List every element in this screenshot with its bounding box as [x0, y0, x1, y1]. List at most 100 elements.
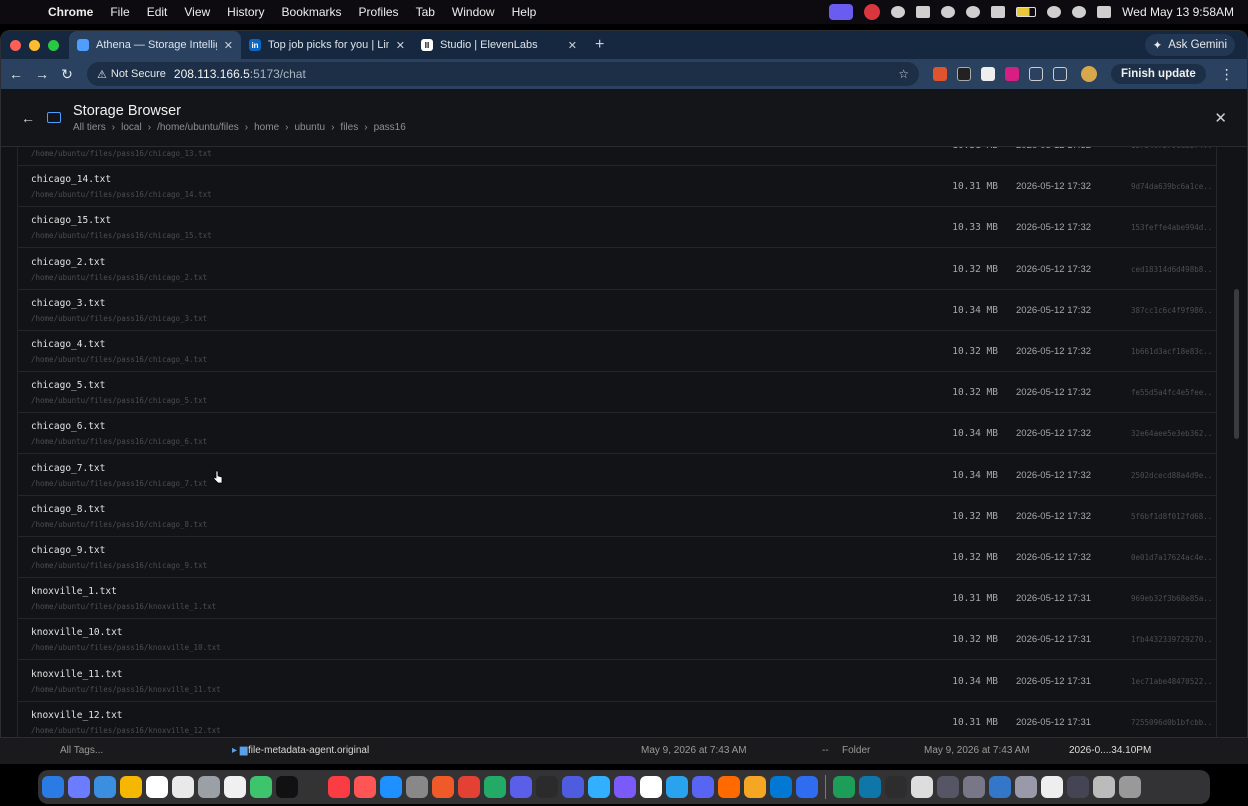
dock-app-icon[interactable] — [833, 776, 855, 798]
finish-update-button[interactable]: Finish update — [1111, 64, 1206, 84]
file-row[interactable]: chicago_7.txt/home/ubuntu/files/pass16/c… — [18, 455, 1216, 496]
extension-pink-icon[interactable] — [1005, 67, 1019, 81]
dock-app-icon[interactable] — [666, 776, 688, 798]
compass-icon[interactable] — [966, 6, 981, 18]
close-window-button[interactable] — [10, 39, 21, 51]
scrollbar[interactable] — [1234, 289, 1239, 439]
dock-app-icon[interactable] — [614, 776, 636, 798]
dock-app-icon[interactable] — [328, 776, 350, 798]
menu-bookmarks[interactable]: Bookmarks — [282, 5, 342, 19]
forward-arrow-icon[interactable]: → — [35, 66, 49, 82]
cloud-icon[interactable] — [941, 6, 956, 18]
file-row[interactable]: knoxville_10.txt/home/ubuntu/files/pass1… — [18, 619, 1216, 661]
dock-app-icon[interactable] — [770, 776, 792, 798]
finder-item-name[interactable]: file-metadata-agent.original — [248, 745, 369, 756]
dock-app-icon[interactable] — [911, 776, 933, 798]
bot-icon[interactable] — [916, 6, 931, 18]
back-arrow-icon[interactable]: ← — [9, 66, 23, 82]
extension-cursor-icon[interactable] — [981, 67, 995, 81]
dock-app-icon[interactable] — [718, 776, 740, 798]
dock-app-icon[interactable] — [146, 776, 168, 798]
breadcrumb-root[interactable]: /home/ubuntu/files — [157, 122, 239, 133]
menu-profiles[interactable]: Profiles — [359, 5, 399, 19]
tab-linkedin[interactable]: in Top job picks for you | LinkedIn ✕ — [241, 31, 413, 59]
breadcrumb-all-tiers[interactable]: All tiers — [73, 122, 106, 133]
dock-app-icon[interactable] — [1093, 776, 1115, 798]
control-center-icon[interactable] — [1097, 6, 1112, 18]
screen-share-icon[interactable] — [829, 4, 854, 20]
dock-app-icon[interactable] — [885, 776, 907, 798]
breadcrumb-pass16[interactable]: pass16 — [374, 122, 406, 133]
dock-app-icon[interactable] — [94, 776, 116, 798]
close-tab-icon[interactable]: ✕ — [568, 39, 577, 52]
file-row[interactable]: chicago_15.txt/home/ubuntu/files/pass16/… — [18, 207, 1216, 249]
desktop-screenshot-label[interactable]: 2026-0....34.10PM — [1069, 745, 1151, 756]
menu-window[interactable]: Window — [452, 5, 495, 19]
profile-avatar[interactable] — [1081, 66, 1097, 82]
file-row[interactable]: chicago_14.txt/home/ubuntu/files/pass16/… — [18, 166, 1216, 208]
record-icon[interactable] — [864, 4, 881, 20]
dock-app-icon[interactable] — [859, 776, 881, 798]
dock-app-icon[interactable] — [510, 776, 532, 798]
dock-app-icon[interactable] — [380, 776, 402, 798]
file-row[interactable]: chicago_9.txt/home/ubuntu/files/pass16/c… — [18, 537, 1216, 578]
menu-file[interactable]: File — [110, 5, 129, 19]
back-arrow-icon[interactable]: ← — [21, 110, 35, 126]
file-row[interactable]: chicago_5.txt/home/ubuntu/files/pass16/c… — [18, 372, 1216, 414]
finder-tags[interactable]: All Tags... — [60, 745, 103, 756]
extension-bolt-icon[interactable] — [957, 67, 971, 81]
dock-app-icon[interactable] — [640, 776, 662, 798]
battery-icon[interactable] — [1016, 7, 1037, 17]
keyboard-icon[interactable] — [991, 6, 1006, 18]
bookmark-star-icon[interactable]: ☆ — [898, 67, 909, 81]
dock-app-icon[interactable] — [458, 776, 480, 798]
dock-app-icon[interactable] — [1067, 776, 1089, 798]
dock-app-icon[interactable] — [796, 776, 818, 798]
file-row[interactable]: chicago_3.txt/home/ubuntu/files/pass16/c… — [18, 290, 1216, 331]
dock-app-icon[interactable] — [302, 776, 324, 798]
dock-app-icon[interactable] — [406, 776, 428, 798]
ask-gemini-button[interactable]: ✦ Ask Gemini — [1144, 34, 1235, 56]
new-tab-icon[interactable]: + — [595, 36, 604, 54]
file-row[interactable]: chicago_2.txt/home/ubuntu/files/pass16/c… — [18, 249, 1216, 290]
spotlight-search-icon[interactable] — [1072, 6, 1087, 18]
wifi-icon[interactable] — [1047, 6, 1062, 18]
file-row[interactable]: knoxville_12.txt/home/ubuntu/files/pass1… — [18, 702, 1216, 737]
dock-app-icon[interactable] — [172, 776, 194, 798]
dock-app-icon[interactable] — [1041, 776, 1063, 798]
menu-view[interactable]: View — [184, 5, 210, 19]
file-row[interactable]: knoxville_1.txt/home/ubuntu/files/pass16… — [18, 578, 1216, 620]
dock-app-icon[interactable] — [42, 776, 64, 798]
dock-app-icon[interactable] — [198, 776, 220, 798]
menubar-clock[interactable]: Wed May 13 9:58AM — [1122, 5, 1234, 19]
menu-tab[interactable]: Tab — [416, 5, 435, 19]
dock-app-icon[interactable] — [989, 776, 1011, 798]
not-secure-indicator[interactable]: ⚠ Not Secure — [97, 68, 166, 81]
dock-app-icon[interactable] — [692, 776, 714, 798]
breadcrumb-ubuntu[interactable]: ubuntu — [294, 122, 325, 133]
tab-athena[interactable]: Athena — Storage Intelligence ✕ — [69, 31, 241, 59]
minimize-window-button[interactable] — [29, 39, 40, 51]
dock-app-icon[interactable] — [588, 776, 610, 798]
dock-app-icon[interactable] — [1015, 776, 1037, 798]
dock-app-icon[interactable] — [250, 776, 272, 798]
reload-icon[interactable]: ↻ — [61, 66, 73, 83]
dock-app-icon[interactable] — [744, 776, 766, 798]
breadcrumb-local[interactable]: local — [121, 122, 142, 133]
close-tab-icon[interactable]: ✕ — [224, 39, 233, 52]
file-row[interactable]: /home/ubuntu/files/pass16/chicago_13.txt… — [18, 147, 1216, 166]
file-row[interactable]: chicago_4.txt/home/ubuntu/files/pass16/c… — [18, 331, 1216, 372]
close-tab-icon[interactable]: ✕ — [396, 39, 405, 52]
dock-app-icon[interactable] — [1119, 776, 1141, 798]
breadcrumb-home[interactable]: home — [254, 122, 279, 133]
dock-app-icon[interactable] — [432, 776, 454, 798]
dock-app-icon[interactable] — [68, 776, 90, 798]
menu-app-name[interactable]: Chrome — [48, 5, 93, 19]
tab-elevenlabs[interactable]: II Studio | ElevenLabs ✕ — [413, 31, 585, 59]
zoom-window-button[interactable] — [48, 39, 59, 51]
dock-app-icon[interactable] — [937, 776, 959, 798]
close-icon[interactable]: ✕ — [1214, 109, 1227, 127]
dock-app-icon[interactable] — [963, 776, 985, 798]
dock-app-icon[interactable] — [276, 776, 298, 798]
menu-help[interactable]: Help — [512, 5, 537, 19]
